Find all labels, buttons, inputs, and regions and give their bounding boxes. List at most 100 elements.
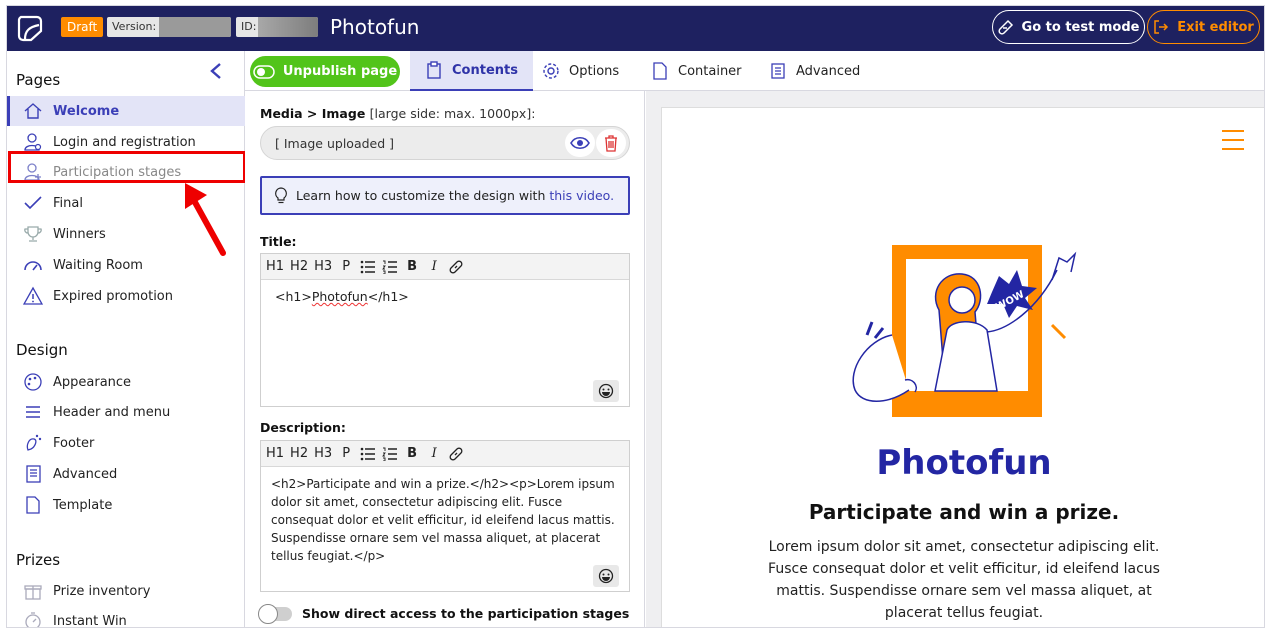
preview-subtitle: Participate and win a prize. bbox=[808, 500, 1120, 524]
preview-image-button[interactable] bbox=[565, 129, 595, 157]
sidebar-item-welcome[interactable]: Welcome bbox=[7, 96, 245, 126]
pointer-arrow-annotation bbox=[185, 183, 226, 256]
hamburger-menu-icon[interactable] bbox=[1222, 130, 1244, 150]
document-list-icon bbox=[771, 63, 785, 79]
unpublish-page-button[interactable]: Unpublish page bbox=[250, 56, 400, 87]
gear-icon bbox=[543, 63, 559, 79]
bullet-list-icon[interactable] bbox=[360, 447, 376, 461]
tab-advanced[interactable]: Advanced bbox=[769, 51, 860, 91]
palette-icon bbox=[24, 373, 42, 391]
version-label: Version: bbox=[112, 20, 157, 33]
sidebar-item-label: Winners bbox=[53, 226, 106, 242]
title-editor[interactable]: H1 H2 H3 P B I <h1>Photofun</h1> bbox=[260, 253, 630, 407]
numbered-list-icon[interactable] bbox=[382, 260, 398, 274]
h3-button[interactable]: H3 bbox=[314, 259, 332, 274]
id-value-redacted bbox=[258, 17, 318, 37]
tab-label: Container bbox=[678, 63, 742, 79]
description-label: Description: bbox=[260, 420, 346, 435]
sidebar-item-label: Header and menu bbox=[53, 404, 171, 420]
draft-badge: Draft bbox=[61, 17, 104, 37]
delete-image-button[interactable] bbox=[596, 129, 626, 157]
tab-label: Contents bbox=[452, 62, 518, 78]
direct-access-toggle-row[interactable]: Show direct access to the participation … bbox=[258, 603, 629, 624]
document-list-icon bbox=[26, 465, 41, 483]
page-preview: WOW Photofun Participate and win a prize… bbox=[661, 107, 1264, 627]
highlight-annotation-box bbox=[8, 151, 246, 183]
title-editor-toolbar: H1 H2 H3 P B I bbox=[261, 254, 629, 280]
info-text-main: Learn how to customize the design with bbox=[296, 188, 550, 203]
sidebar-item-label: Appearance bbox=[53, 374, 132, 390]
unpublish-page-label: Unpublish page bbox=[282, 64, 398, 79]
title-label: Title: bbox=[260, 234, 297, 249]
bullet-list-icon[interactable] bbox=[360, 260, 376, 274]
gauge-icon bbox=[24, 261, 42, 271]
sidebar-item-label: Login and registration bbox=[53, 134, 196, 150]
h3-button[interactable]: H3 bbox=[314, 446, 332, 461]
tab-contents[interactable]: Contents bbox=[410, 51, 533, 91]
link-icon[interactable] bbox=[448, 259, 464, 275]
title-code-close: </h1> bbox=[367, 289, 409, 304]
sidebar-item-label: Advanced bbox=[53, 466, 118, 482]
go-to-test-mode-button[interactable]: Go to test mode bbox=[992, 10, 1145, 44]
collapse-sidebar-icon[interactable] bbox=[207, 61, 225, 81]
gift-icon bbox=[24, 585, 42, 600]
paragraph-button[interactable]: P bbox=[338, 259, 354, 274]
sidebar-item-label: Footer bbox=[53, 435, 95, 451]
smiley-icon bbox=[598, 568, 614, 584]
h2-button[interactable]: H2 bbox=[290, 446, 308, 461]
sidebar-item-template[interactable]: Template bbox=[7, 490, 245, 520]
tab-container[interactable]: Container bbox=[651, 51, 742, 91]
description-editor-content[interactable]: <h2>Participate and win a prize.</h2><p>… bbox=[261, 467, 629, 573]
version-value-redacted bbox=[159, 17, 231, 37]
sidebar-item-label: Welcome bbox=[53, 103, 120, 119]
home-icon bbox=[24, 103, 42, 119]
direct-access-toggle[interactable] bbox=[258, 603, 292, 624]
italic-button[interactable]: I bbox=[426, 259, 442, 274]
paragraph-button[interactable]: P bbox=[338, 446, 354, 461]
emoji-button[interactable] bbox=[593, 565, 619, 587]
test-tube-icon bbox=[997, 19, 1013, 35]
sidebar-item-prize-inventory[interactable]: Prize inventory bbox=[7, 576, 245, 606]
image-upload-field[interactable]: [ Image uploaded ] bbox=[260, 126, 630, 160]
sidebar-item-label: Template bbox=[53, 497, 113, 513]
video-link[interactable]: this video. bbox=[549, 188, 614, 203]
numbered-list-icon[interactable] bbox=[382, 447, 398, 461]
image-upload-value: [ Image uploaded ] bbox=[275, 135, 395, 151]
italic-button[interactable]: I bbox=[426, 446, 442, 461]
title-editor-content[interactable]: <h1>Photofun</h1> bbox=[261, 280, 629, 314]
id-field: ID: bbox=[236, 17, 318, 37]
emoji-button[interactable] bbox=[593, 380, 619, 402]
sidebar-item-instant-win[interactable]: Instant Win bbox=[7, 606, 245, 627]
sidebar-item-appearance[interactable]: Appearance bbox=[7, 367, 245, 397]
sidebar-item-label: Expired promotion bbox=[53, 288, 173, 304]
media-image-label: Media > Image [large side: max. 1000px]: bbox=[260, 106, 535, 121]
sidebar: Pages Welcome Login and registration Par… bbox=[7, 51, 246, 627]
media-image-size-note: [large side: max. 1000px]: bbox=[369, 106, 536, 121]
app-window: Draft Version: ID: Photofun Go to test m… bbox=[6, 5, 1265, 628]
tab-options[interactable]: Options bbox=[542, 51, 619, 91]
h1-button[interactable]: H1 bbox=[266, 446, 284, 461]
sidebar-item-label: Waiting Room bbox=[53, 257, 143, 273]
description-editor-toolbar: H1 H2 H3 P B I bbox=[261, 441, 629, 467]
sidebar-item-advanced[interactable]: Advanced bbox=[7, 459, 245, 489]
prizes-section-title: Prizes bbox=[16, 551, 61, 569]
design-section-title: Design bbox=[16, 341, 68, 359]
smiley-icon bbox=[598, 383, 614, 399]
h2-button[interactable]: H2 bbox=[290, 259, 308, 274]
app-logo-icon[interactable] bbox=[15, 13, 45, 43]
warning-icon bbox=[23, 286, 43, 305]
sidebar-item-footer[interactable]: Footer bbox=[7, 428, 245, 458]
preview-description: Lorem ipsum dolor sit amet, consectetur … bbox=[768, 539, 1160, 621]
sidebar-item-label: Final bbox=[53, 195, 83, 211]
h1-button[interactable]: H1 bbox=[266, 259, 284, 274]
sidebar-item-header-menu[interactable]: Header and menu bbox=[7, 397, 245, 427]
footprint-icon bbox=[26, 434, 42, 451]
tab-label: Advanced bbox=[796, 63, 861, 79]
bold-button[interactable]: B bbox=[404, 259, 420, 274]
bold-button[interactable]: B bbox=[404, 446, 420, 461]
eye-icon bbox=[570, 136, 590, 150]
description-editor[interactable]: H1 H2 H3 P B I <h2>Participate and win a… bbox=[260, 440, 630, 592]
exit-editor-button[interactable]: Exit editor bbox=[1147, 10, 1260, 44]
sidebar-item-expired-promotion[interactable]: Expired promotion bbox=[7, 281, 245, 311]
link-icon[interactable] bbox=[448, 446, 464, 462]
